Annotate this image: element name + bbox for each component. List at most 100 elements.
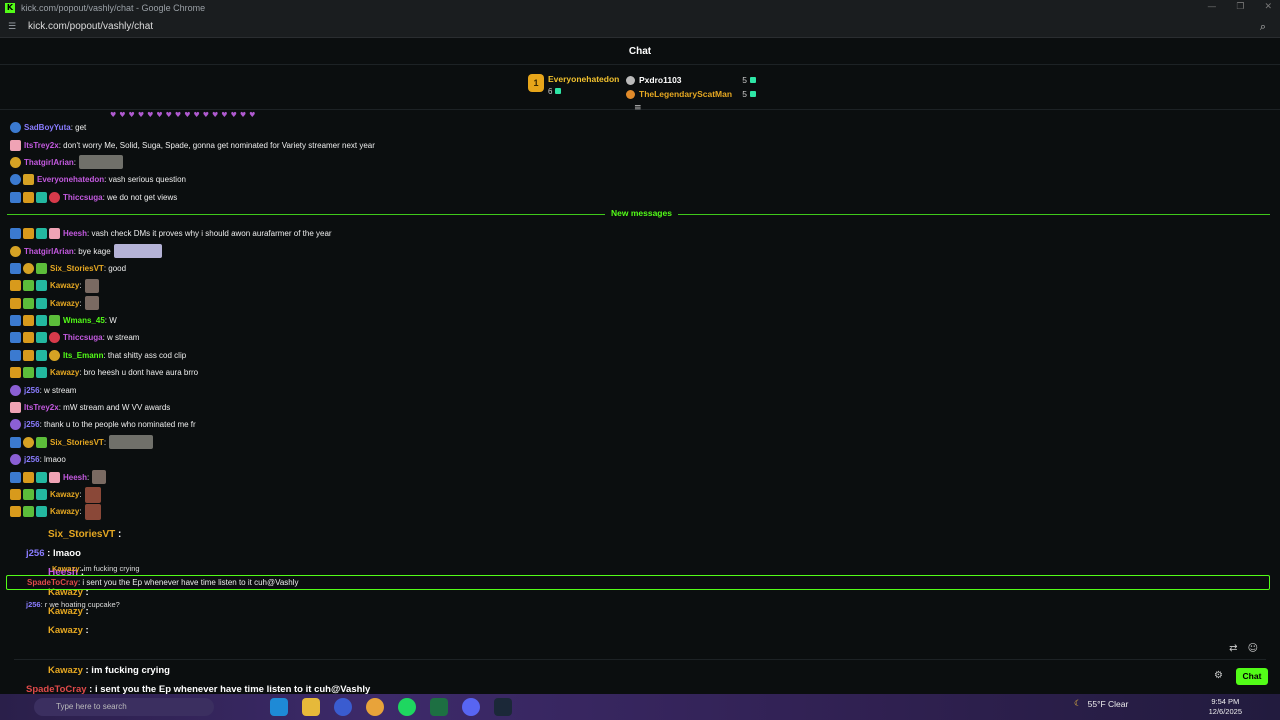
minimize-icon[interactable]: —	[1207, 2, 1216, 12]
emote-image[interactable]	[92, 470, 107, 485]
leaderboard-first[interactable]: 1 Everyonehatedon 6	[528, 74, 619, 96]
chat-message[interactable]: j256: lmaoo	[10, 451, 1270, 468]
message-username[interactable]: ThatgirlArian	[24, 247, 74, 256]
spotify-icon[interactable]	[398, 698, 416, 716]
badge-icon[interactable]	[23, 191, 34, 203]
chat-message-list[interactable]: SadBoyYuta: get ItsTrey2x: don't worry Me…	[7, 119, 1270, 521]
chat-send-button[interactable]: Chat	[1236, 668, 1268, 685]
message-username[interactable]: j256	[24, 420, 40, 429]
badge-icon[interactable]	[49, 349, 60, 361]
badge-icon[interactable]	[10, 402, 21, 414]
badge-icon[interactable]	[36, 489, 47, 500]
badge-icon[interactable]	[36, 436, 47, 448]
badge-icon[interactable]	[10, 228, 21, 240]
chat-message[interactable]: Thiccsuga: w stream	[10, 329, 1270, 346]
emote-image[interactable]	[84, 503, 101, 520]
badge-icon[interactable]	[10, 419, 21, 431]
badge-icon[interactable]	[23, 506, 34, 518]
collapse-leaderboard-icon[interactable]: ≡	[634, 104, 646, 113]
settings-gear-icon[interactable]: ⚙	[1214, 670, 1223, 681]
message-username[interactable]: Kawazy	[50, 281, 79, 290]
message-username[interactable]: Its_Emann	[63, 351, 103, 360]
message-username[interactable]: j256	[24, 386, 40, 395]
chat-message[interactable]: Its_Emann: that shitty ass cod clip	[10, 347, 1270, 364]
folder-icon[interactable]	[302, 698, 320, 716]
edge-icon[interactable]	[270, 698, 288, 716]
restore-icon[interactable]: ❐	[1236, 2, 1244, 12]
chat-message[interactable]: ThatgirlArian:	[10, 154, 1270, 171]
badge-icon[interactable]	[10, 506, 21, 518]
badge-icon[interactable]	[23, 349, 34, 361]
message-username[interactable]: ThatgirlArian	[24, 158, 74, 167]
badge-icon[interactable]	[10, 471, 21, 483]
badge-icon[interactable]	[10, 156, 21, 168]
badge-icon[interactable]	[23, 367, 34, 379]
weather-text[interactable]: 55°F Clear	[1088, 699, 1129, 709]
chat-message[interactable]: ItsTrey2x: don't worry Me, Solid, Suga, …	[10, 136, 1270, 153]
chat-message[interactable]: Everyonehatedon: vash serious question	[10, 171, 1270, 188]
badge-icon[interactable]	[23, 297, 34, 309]
discord-icon[interactable]	[462, 698, 480, 716]
badge-icon[interactable]	[23, 436, 34, 448]
badge-icon[interactable]	[23, 174, 34, 186]
badge-icon[interactable]	[10, 191, 21, 203]
badge-icon[interactable]	[10, 262, 21, 274]
chat-message[interactable]: Kawazy: bro heesh u dont have aura brro	[10, 364, 1270, 381]
badge-icon[interactable]	[10, 332, 21, 344]
taskbar-search[interactable]: Type here to search	[34, 698, 214, 716]
badge-icon[interactable]	[10, 280, 21, 292]
v-app-icon[interactable]	[334, 698, 352, 716]
badge-icon[interactable]	[36, 297, 47, 309]
steam-icon[interactable]	[494, 698, 512, 716]
close-icon[interactable]: ✕	[1264, 2, 1272, 12]
chat-message[interactable]: ThatgirlArian: bye kage	[10, 242, 1270, 259]
chat-message[interactable]: ItsTrey2x: mW stream and W VV awards	[10, 399, 1270, 416]
emote-image[interactable]	[113, 244, 162, 259]
chat-message[interactable]: Kawazy:	[10, 295, 1270, 312]
badge-icon[interactable]	[10, 436, 21, 448]
badge-icon[interactable]	[36, 315, 47, 327]
badge-icon[interactable]	[36, 262, 47, 274]
chat-message[interactable]: Six_StoriesVT:	[10, 434, 1270, 451]
badge-icon[interactable]	[23, 315, 34, 327]
highlighted-user[interactable]: SpadeToCray	[27, 578, 78, 587]
message-username[interactable]: Kawazy	[50, 368, 79, 377]
chat-message[interactable]: Heesh:	[10, 468, 1270, 485]
badge-icon[interactable]	[10, 384, 21, 396]
url-text[interactable]: kick.com/popout/vashly/chat	[28, 21, 153, 32]
taskbar-clock[interactable]: 9:54 PM 12/6/2025	[1209, 697, 1242, 717]
emote-image[interactable]	[79, 155, 124, 170]
badge-icon[interactable]	[49, 315, 60, 327]
chat-message[interactable]: j256: w stream	[10, 381, 1270, 398]
leaderboard-row[interactable]: TheLegendaryScatMan 5	[626, 87, 756, 101]
chat-message[interactable]: Wmans_45: W	[10, 312, 1270, 329]
emote-image[interactable]	[84, 486, 101, 503]
chat-message[interactable]: j256: thank u to the people who nominate…	[10, 416, 1270, 433]
badge-icon[interactable]	[10, 122, 21, 134]
badge-icon[interactable]	[23, 228, 34, 240]
message-username[interactable]: Six_StoriesVT	[50, 438, 104, 447]
message-username[interactable]: Kawazy	[50, 507, 79, 516]
badge-icon[interactable]	[10, 245, 21, 257]
chrome-icon[interactable]	[366, 698, 384, 716]
badge-icon[interactable]	[10, 349, 21, 361]
leaderboard-row[interactable]: Pxdro1103 5	[626, 73, 756, 87]
badge-icon[interactable]	[23, 471, 34, 483]
badge-icon[interactable]	[36, 332, 47, 344]
badge-icon[interactable]	[36, 471, 47, 483]
badge-icon[interactable]	[10, 454, 21, 466]
emote-image[interactable]	[84, 278, 99, 293]
chat-message[interactable]: Heesh: vash check DMs it proves why i sh…	[10, 225, 1270, 242]
badge-icon[interactable]	[23, 280, 34, 292]
message-username[interactable]: Kawazy	[50, 299, 79, 308]
new-messages-divider[interactable]: New messages	[7, 206, 1270, 225]
highlighted-message[interactable]: SpadeToCray : i sent you the Ep whenever…	[6, 575, 1270, 590]
badge-icon[interactable]	[49, 332, 60, 344]
badge-icon[interactable]	[36, 349, 47, 361]
badge-icon[interactable]	[36, 228, 47, 240]
emoji-icon[interactable]: ☺	[1248, 643, 1258, 654]
badge-icon[interactable]	[49, 471, 60, 483]
badge-icon[interactable]	[49, 228, 60, 240]
badge-icon[interactable]	[10, 139, 21, 151]
message-username[interactable]: Thiccsuga	[63, 333, 103, 342]
